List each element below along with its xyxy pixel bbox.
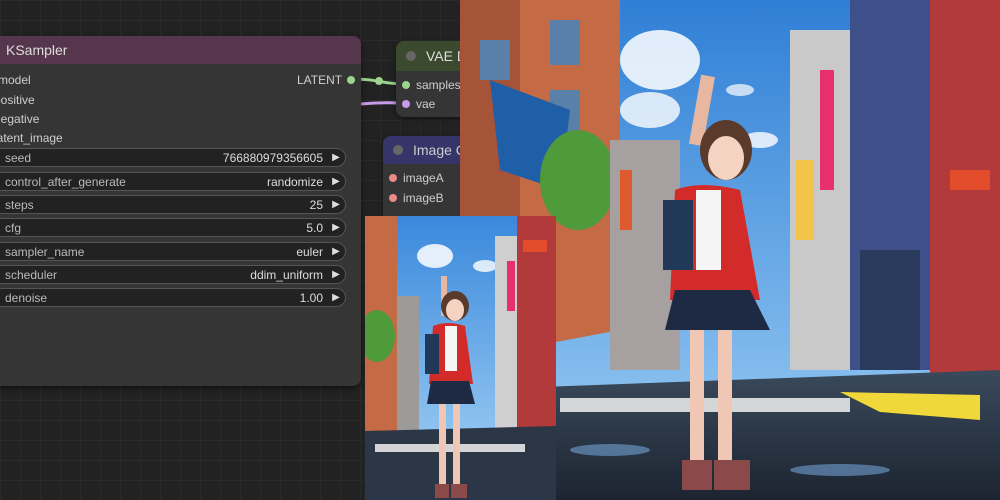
widget-control-label: control_after_generate bbox=[5, 174, 126, 189]
increment-arrow-icon[interactable]: ▶ bbox=[327, 246, 345, 257]
widget-steps-label: steps bbox=[5, 197, 34, 212]
widget-denoise[interactable]: ◀ denoise 1.00 ▶ bbox=[0, 288, 346, 307]
latent-link-midpoint bbox=[375, 77, 383, 85]
input-negative[interactable]: negative bbox=[0, 111, 39, 127]
ksampler-node[interactable]: KSampler model positive negative latent_… bbox=[0, 36, 361, 386]
widget-steps-value: 25 bbox=[309, 197, 323, 212]
widget-seed-value: 766880979356605 bbox=[222, 150, 323, 165]
widget-sampler-value: euler bbox=[296, 244, 323, 259]
input-positive[interactable]: positive bbox=[0, 92, 35, 108]
input-image-a-slot[interactable] bbox=[389, 174, 397, 182]
input-vae[interactable]: vae bbox=[416, 96, 435, 112]
increment-arrow-icon[interactable]: ▶ bbox=[327, 222, 345, 233]
widget-cfg[interactable]: ◀ cfg 5.0 ▶ bbox=[0, 218, 346, 237]
widget-cfg-label: cfg bbox=[5, 220, 22, 235]
node-collapse-dot-icon[interactable] bbox=[406, 51, 416, 61]
input-model[interactable]: model bbox=[0, 72, 31, 88]
image-preview-small[interactable] bbox=[365, 216, 556, 500]
node-collapse-dot-icon[interactable] bbox=[393, 145, 403, 155]
input-samples[interactable]: samples bbox=[416, 77, 461, 93]
ksampler-title[interactable]: KSampler bbox=[0, 36, 361, 64]
widget-seed-label: seed bbox=[5, 150, 32, 165]
widget-sampler-label: sampler_name bbox=[5, 244, 85, 259]
increment-arrow-icon[interactable]: ▶ bbox=[327, 292, 345, 303]
widget-control-value: randomize bbox=[266, 174, 323, 189]
input-image-b[interactable]: imageB bbox=[403, 190, 444, 206]
widget-scheduler[interactable]: ◀ scheduler ddim_uniform ▶ bbox=[0, 265, 346, 284]
widget-denoise-label: denoise bbox=[5, 290, 48, 305]
widget-cfg-value: 5.0 bbox=[306, 220, 323, 235]
input-image-b-slot[interactable] bbox=[389, 194, 397, 202]
input-vae-slot[interactable] bbox=[402, 100, 410, 108]
increment-arrow-icon[interactable]: ▶ bbox=[327, 199, 345, 210]
widget-seed[interactable]: ◀ seed 766880979356605 ▶ bbox=[0, 148, 346, 167]
widget-scheduler-value: ddim_uniform bbox=[250, 267, 323, 282]
input-samples-slot[interactable] bbox=[402, 81, 410, 89]
input-latent-image[interactable]: latent_image bbox=[0, 130, 63, 146]
increment-arrow-icon[interactable]: ▶ bbox=[327, 152, 345, 163]
increment-arrow-icon[interactable]: ▶ bbox=[327, 269, 345, 280]
widget-sampler-name[interactable]: ◀ sampler_name euler ▶ bbox=[0, 242, 346, 261]
widget-control-after-generate[interactable]: ◀ control_after_generate randomize ▶ bbox=[0, 172, 346, 191]
widget-steps[interactable]: ◀ steps 25 ▶ bbox=[0, 195, 346, 214]
input-image-a[interactable]: imageA bbox=[403, 170, 444, 186]
increment-arrow-icon[interactable]: ▶ bbox=[327, 176, 345, 187]
anime-street-image-small bbox=[365, 216, 556, 500]
output-latent[interactable]: LATENT bbox=[297, 72, 342, 88]
widget-scheduler-label: scheduler bbox=[5, 267, 58, 282]
widget-denoise-value: 1.00 bbox=[299, 290, 323, 305]
output-latent-slot[interactable] bbox=[347, 76, 355, 84]
